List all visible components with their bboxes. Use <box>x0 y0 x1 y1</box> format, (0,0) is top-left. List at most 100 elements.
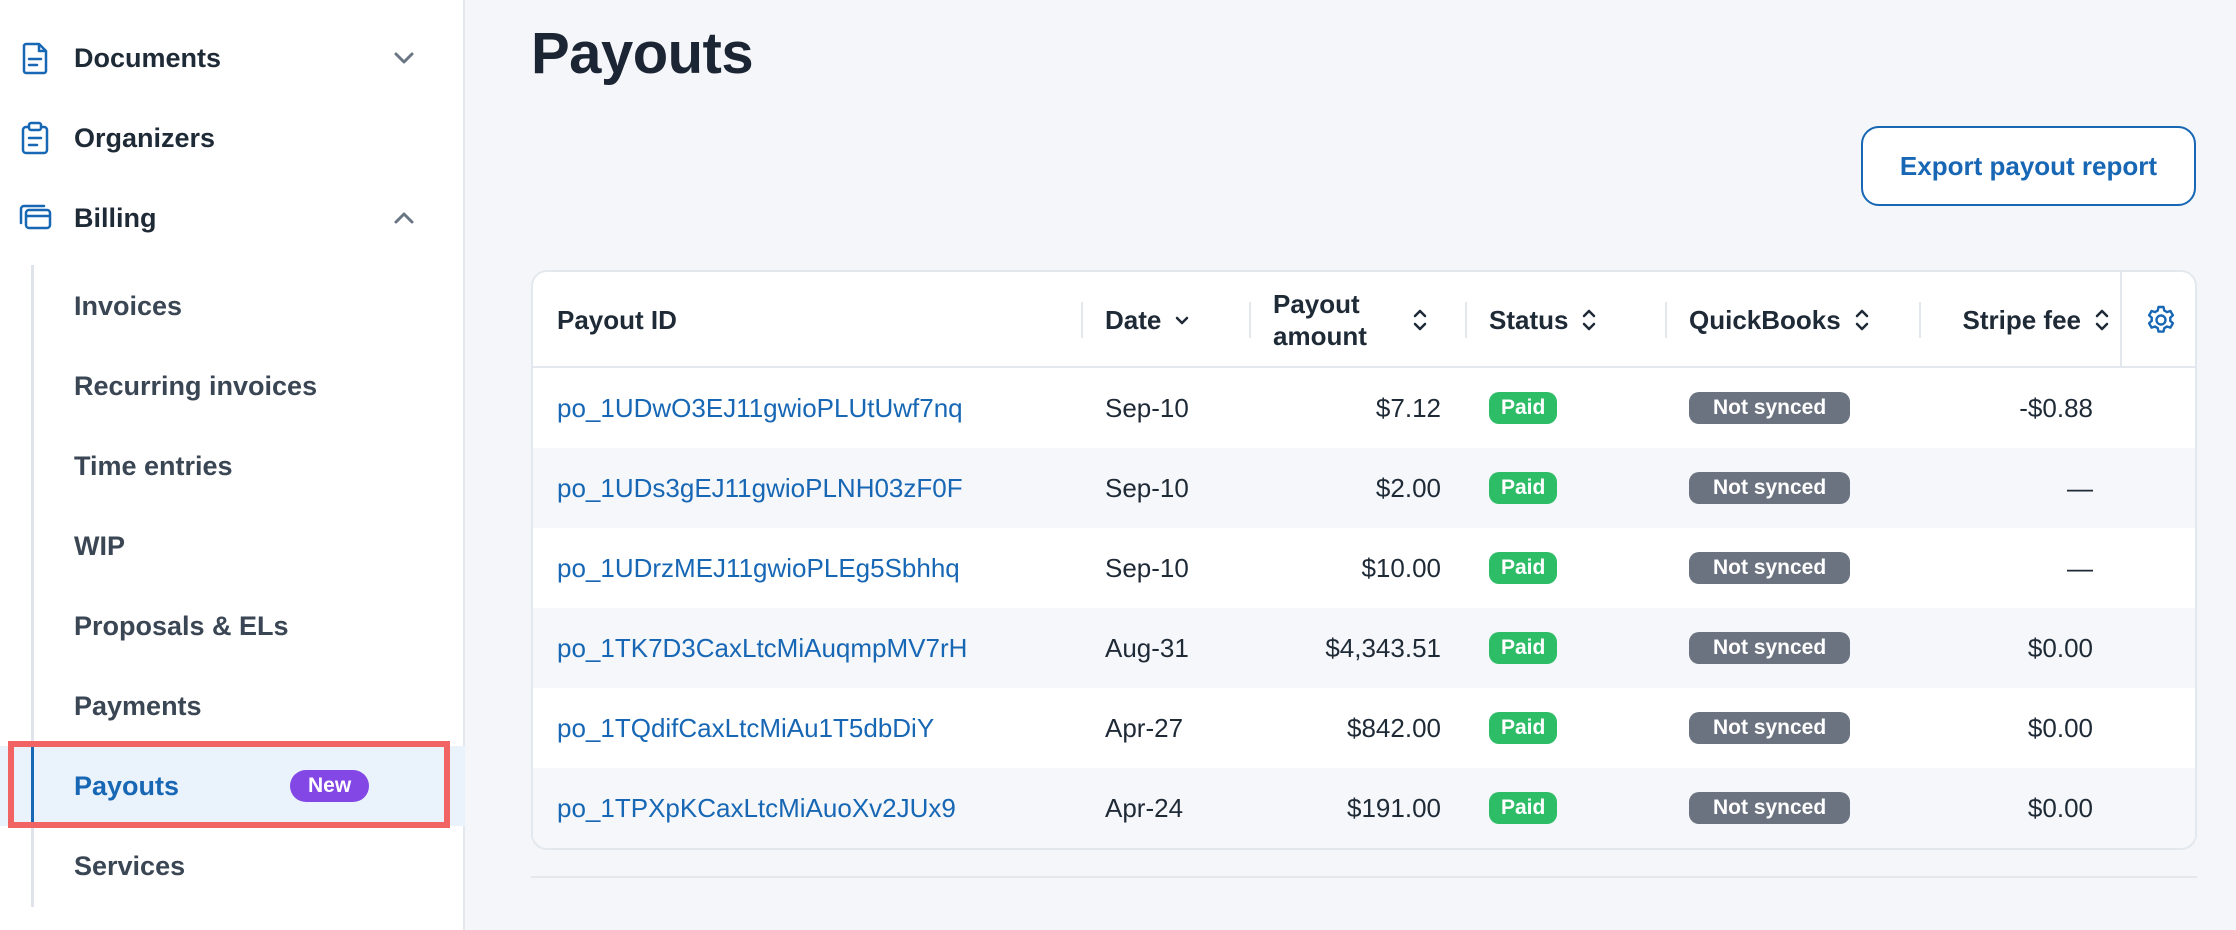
sort-icon <box>1583 309 1596 331</box>
status-badge: Paid <box>1489 552 1558 584</box>
payout-amount: $842.00 <box>1347 712 1441 743</box>
table-row[interactable]: po_1UDrzMEJ11gwioPLEg5Sbhhq Sep-10 $10.0… <box>533 528 2195 608</box>
payout-date: Aug-31 <box>1105 632 1189 663</box>
sidebar-item-invoices[interactable]: Invoices <box>0 266 465 346</box>
chevron-up-icon[interactable] <box>390 204 418 232</box>
sidebar-item-recurring-invoices[interactable]: Recurring invoices <box>0 346 465 426</box>
sidebar-item-services[interactable]: Services <box>0 826 465 906</box>
quickbooks-badge: Not synced <box>1689 472 1851 504</box>
column-header-label: Stripe fee <box>1962 304 2082 335</box>
table-row[interactable]: po_1UDs3gEJ11gwioPLNH03zF0F Sep-10 $2.00… <box>533 448 2195 528</box>
status-badge: Paid <box>1489 792 1558 824</box>
column-divider[interactable] <box>1249 302 1251 338</box>
table-row[interactable]: po_1UDwO3EJ11gwioPLUtUwf7nq Sep-10 $7.12… <box>533 368 2195 448</box>
stripe-fee: $0.00 <box>2027 792 2093 823</box>
stripe-fee: $0.00 <box>2027 712 2093 743</box>
payout-date: Sep-10 <box>1105 472 1189 503</box>
page-title: Payouts <box>531 21 754 86</box>
payout-date: Sep-10 <box>1105 552 1189 583</box>
column-header-label-line: amount <box>1273 321 1367 351</box>
payout-amount: $7.12 <box>1375 392 1441 423</box>
quickbooks-badge: Not synced <box>1689 712 1851 744</box>
sort-icon <box>1855 309 1868 331</box>
column-header-label: Status <box>1489 304 1569 335</box>
document-icon <box>22 42 48 75</box>
status-badge: Paid <box>1489 392 1558 424</box>
quickbooks-badge: Not synced <box>1689 792 1851 824</box>
sidebar-item-proposals[interactable]: Proposals & ELs <box>0 586 465 666</box>
payout-date: Apr-24 <box>1105 792 1184 823</box>
chevron-down-icon[interactable] <box>390 44 418 72</box>
status-badge: Paid <box>1489 632 1558 664</box>
table-row[interactable]: po_1TQdifCaxLtcMiAu1T5dbDiY Apr-27 $842.… <box>533 688 2195 768</box>
payouts-table: Payout ID Date Payout amount Status Quic… <box>531 270 2197 850</box>
sidebar-item-label: Invoices <box>74 290 183 321</box>
column-header-label: QuickBooks <box>1689 304 1841 335</box>
payout-id-link[interactable]: po_1TK7D3CaxLtcMiAuqmpMV7rH <box>557 608 967 688</box>
status-badge: Paid <box>1489 712 1558 744</box>
payout-date: Apr-27 <box>1105 712 1184 743</box>
divider <box>531 876 2197 878</box>
table-row[interactable]: po_1TK7D3CaxLtcMiAuqmpMV7rH Aug-31 $4,34… <box>533 608 2195 688</box>
table-header: Payout ID Date Payout amount Status Quic… <box>533 272 2195 368</box>
column-divider[interactable] <box>1665 302 1667 338</box>
sidebar-item-label: Payments <box>74 690 202 721</box>
sidebar-item-wip[interactable]: WIP <box>0 506 465 586</box>
export-payout-report-button[interactable]: Export payout report <box>1861 126 2196 206</box>
table-row[interactable]: po_1TPXpKCaxLtcMiAuoXv2JUx9 Apr-24 $191.… <box>533 768 2195 848</box>
sort-icon <box>2095 309 2109 331</box>
payout-id-link[interactable]: po_1UDwO3EJ11gwioPLUtUwf7nq <box>557 368 963 448</box>
column-header-quickbooks[interactable]: QuickBooks <box>1689 272 1873 368</box>
column-divider[interactable] <box>1081 302 1083 338</box>
nav-item-label: Documents <box>74 42 222 73</box>
gear-icon <box>2147 305 2174 333</box>
column-header-label: Payout ID <box>557 304 677 335</box>
payout-id-link[interactable]: po_1UDs3gEJ11gwioPLNH03zF0F <box>557 448 963 528</box>
column-header-label: Date <box>1105 304 1162 335</box>
nav-item-billing[interactable]: Billing <box>0 178 465 258</box>
payout-id-link[interactable]: po_1TPXpKCaxLtcMiAuoXv2JUx9 <box>557 768 956 848</box>
stripe-fee: — <box>2067 552 2093 583</box>
nav-item-label: Organizers <box>74 122 216 153</box>
sidebar-item-payments[interactable]: Payments <box>0 666 465 746</box>
stripe-fee: — <box>2067 472 2093 503</box>
nav-item-documents[interactable]: Documents <box>0 18 465 98</box>
sort-descending-icon <box>1176 316 1189 325</box>
nav-item-organizers[interactable]: Organizers <box>0 98 465 178</box>
column-header-label: Payout amount <box>1273 288 1367 352</box>
column-settings-button[interactable] <box>2120 272 2195 368</box>
sidebar: Documents Organizers Billing Invoices Re… <box>0 0 465 930</box>
sidebar-item-payouts[interactable]: Payouts New <box>0 746 465 826</box>
column-divider[interactable] <box>1919 302 1921 338</box>
sidebar-item-label: Recurring invoices <box>74 370 318 401</box>
column-header-payout-id[interactable]: Payout ID <box>557 272 677 368</box>
new-badge: New <box>290 770 370 802</box>
stripe-fee: $0.00 <box>2027 632 2093 663</box>
column-header-date[interactable]: Date <box>1105 272 1193 368</box>
sort-icon <box>1413 309 1427 331</box>
payout-amount: $2.00 <box>1375 472 1441 503</box>
column-header-stripe-fee[interactable]: Stripe fee <box>1953 272 2113 368</box>
stripe-fee: -$0.88 <box>2019 392 2093 423</box>
column-header-status[interactable]: Status <box>1489 272 1600 368</box>
payout-amount: $10.00 <box>1361 552 1441 583</box>
sidebar-item-label: Proposals & ELs <box>74 610 289 641</box>
active-indicator <box>31 746 34 826</box>
payout-amount: $4,343.51 <box>1325 632 1441 663</box>
sidebar-item-label: Payouts <box>74 770 180 801</box>
payout-id-link[interactable]: po_1TQdifCaxLtcMiAu1T5dbDiY <box>557 688 934 768</box>
quickbooks-badge: Not synced <box>1689 552 1851 584</box>
quickbooks-badge: Not synced <box>1689 632 1851 664</box>
sidebar-item-time-entries[interactable]: Time entries <box>0 426 465 506</box>
payout-date: Sep-10 <box>1105 392 1189 423</box>
nav-item-label: Billing <box>74 202 157 233</box>
column-divider[interactable] <box>1465 302 1467 338</box>
column-header-label-line: Payout <box>1273 289 1360 319</box>
sidebar-item-label: Time entries <box>74 450 233 481</box>
payout-id-link[interactable]: po_1UDrzMEJ11gwioPLEg5Sbhhq <box>557 528 960 608</box>
payout-amount: $191.00 <box>1347 792 1441 823</box>
column-header-payout-amount[interactable]: Payout amount <box>1273 272 1431 368</box>
sidebar-item-label: Services <box>74 850 186 881</box>
clipboard-icon <box>21 121 49 155</box>
status-badge: Paid <box>1489 472 1558 504</box>
